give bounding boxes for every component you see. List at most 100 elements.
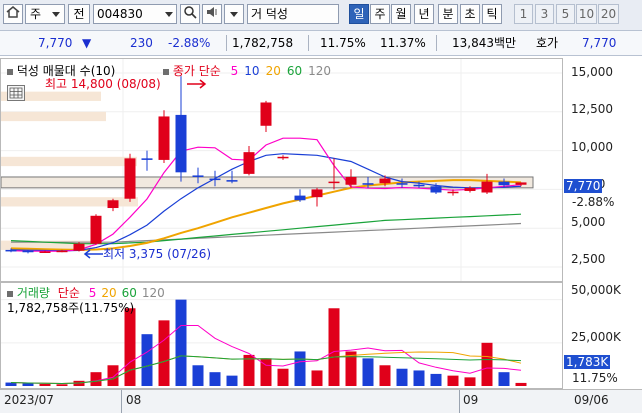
price-axis: 15,00012,50010,0007,5005,0002,500 7,770 … bbox=[563, 58, 642, 282]
bid-price: 7,770 bbox=[582, 36, 617, 50]
price-tick: 5,000 bbox=[571, 215, 606, 229]
grid-toggle-icon[interactable] bbox=[7, 85, 25, 101]
interval-button[interactable]: 1 bbox=[514, 4, 533, 24]
tab-period[interactable]: 일 bbox=[349, 4, 369, 24]
volume-bar bbox=[22, 383, 34, 386]
candle-body bbox=[90, 215, 102, 244]
candle-body bbox=[396, 183, 408, 185]
change-percent: -2.88% bbox=[168, 36, 211, 50]
price-tick: 12,500 bbox=[571, 102, 613, 116]
tab-period[interactable]: 주 bbox=[370, 4, 390, 24]
volume-bar bbox=[39, 383, 51, 386]
tab-period[interactable]: 분 bbox=[438, 4, 458, 24]
candle-body bbox=[5, 249, 17, 252]
code-dropdown-icon bbox=[165, 12, 173, 17]
candle-body bbox=[379, 178, 391, 184]
candle-body bbox=[209, 178, 221, 181]
current-volume-tag: 1,783K bbox=[564, 355, 611, 369]
divider bbox=[226, 35, 227, 51]
volume-bar bbox=[498, 372, 510, 386]
volume-bar bbox=[192, 365, 204, 386]
current-price: 7,770 bbox=[38, 36, 73, 50]
volume-bar bbox=[311, 370, 323, 386]
candle-body bbox=[345, 176, 357, 185]
current-volume-pct: 11.75% bbox=[572, 371, 618, 385]
ma-period-label: 60 bbox=[286, 64, 303, 78]
tab-period[interactable]: 틱 bbox=[482, 4, 502, 24]
volume-bar bbox=[175, 299, 187, 386]
current-price-tag: 7,770 bbox=[564, 179, 603, 193]
candle-body bbox=[328, 181, 340, 184]
date-divider bbox=[121, 390, 122, 413]
vol-tick-25000K: 25,000K bbox=[571, 330, 621, 344]
tab-period[interactable]: 월 bbox=[391, 4, 411, 24]
volume-chart-panel[interactable]: 거래량 단순 5 20 60 120 1,782,758주(11.75%) bbox=[0, 282, 563, 389]
date-label: 2023/07 bbox=[4, 393, 54, 407]
tab-period[interactable]: 초 bbox=[460, 4, 480, 24]
interval-button[interactable]: 10 bbox=[576, 4, 597, 24]
volume-bar bbox=[413, 370, 425, 386]
candle-body bbox=[413, 184, 425, 187]
turnover-2: 11.37% bbox=[380, 36, 426, 50]
ma20-line bbox=[10, 179, 522, 251]
stock-name-field[interactable]: 거 덕성 bbox=[247, 4, 339, 24]
volume-bar bbox=[464, 377, 476, 386]
volume-bar bbox=[430, 373, 442, 386]
volume-bar bbox=[277, 368, 289, 386]
low-label: 최저 3,375 (07/26) bbox=[103, 247, 212, 261]
trade-amount: 13,843백만 bbox=[452, 36, 517, 50]
chevron-down-icon bbox=[230, 12, 238, 17]
chevron-down-icon bbox=[52, 12, 60, 17]
market-select[interactable]: 주 bbox=[25, 4, 65, 24]
candle-body bbox=[39, 251, 51, 253]
stock-code-input[interactable]: 004830 bbox=[93, 4, 177, 24]
current-pct-tag: -2.88% bbox=[572, 195, 615, 209]
volume-title: 거래량 bbox=[16, 286, 50, 300]
volume-bar bbox=[379, 365, 391, 386]
volume-bar bbox=[107, 365, 119, 386]
candle-body bbox=[226, 180, 238, 182]
price-tick: 2,500 bbox=[571, 252, 606, 266]
tab-period[interactable]: 년 bbox=[414, 4, 434, 24]
options-dropdown[interactable] bbox=[224, 4, 244, 24]
speaker-icon[interactable] bbox=[202, 4, 222, 24]
volume-profile-bar bbox=[1, 156, 137, 167]
square-icon bbox=[7, 290, 13, 297]
candle-body bbox=[277, 156, 289, 159]
prev-button[interactable]: 전 bbox=[68, 4, 90, 24]
home-icon[interactable] bbox=[3, 4, 23, 24]
candle-body bbox=[481, 181, 493, 193]
price-change: 230 bbox=[130, 36, 153, 50]
toolbar: 주 전 004830 거 덕성 일주월년분초틱 1 3 5 10 20 bbox=[0, 0, 642, 31]
volume-bar bbox=[243, 354, 255, 386]
volume-bar bbox=[158, 320, 170, 386]
candle-body bbox=[260, 102, 272, 126]
candle-body bbox=[192, 175, 204, 177]
candle-body bbox=[158, 116, 170, 160]
volume-ma-period: 60 bbox=[121, 286, 137, 300]
candle-body bbox=[141, 158, 153, 160]
candle-body bbox=[73, 243, 85, 251]
square-icon bbox=[163, 68, 169, 75]
volume-bar bbox=[294, 351, 306, 386]
price-chart-panel[interactable]: 덕성 매물대 수(10) 종가 단순 5 10 20 60 120 최고 14,800 … bbox=[0, 58, 563, 282]
price-band bbox=[1, 176, 534, 189]
volume-ma-label: 단순 bbox=[57, 286, 80, 300]
search-icon[interactable] bbox=[180, 4, 200, 24]
stock-code-value: 004830 bbox=[97, 7, 143, 21]
volume-bar bbox=[56, 384, 68, 386]
interval-button[interactable]: 3 bbox=[535, 4, 554, 24]
volume-ma-period: 20 bbox=[101, 286, 117, 300]
interval-button[interactable]: 20 bbox=[598, 4, 619, 24]
candle-body bbox=[498, 181, 510, 186]
ma-label: 종가 단순 bbox=[172, 64, 221, 78]
interval-button[interactable]: 5 bbox=[556, 4, 575, 24]
candle-body bbox=[515, 182, 527, 185]
candle-body bbox=[243, 152, 255, 174]
candle-body bbox=[362, 183, 374, 185]
low-arrow-icon bbox=[83, 249, 103, 259]
high-arrow-icon bbox=[187, 79, 207, 89]
bid-label: 호가 bbox=[536, 36, 559, 50]
market-label: 주 bbox=[30, 7, 42, 21]
ma60-line bbox=[10, 213, 522, 245]
